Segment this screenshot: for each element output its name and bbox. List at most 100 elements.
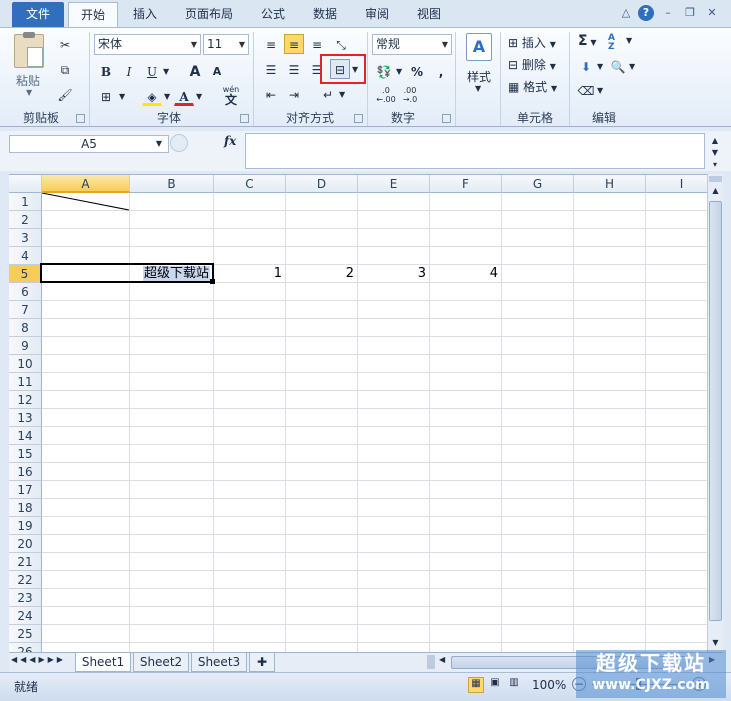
- bold-button[interactable]: B: [96, 61, 116, 81]
- row-header-2[interactable]: 2: [9, 211, 42, 229]
- currency-icon[interactable]: 💱: [374, 61, 394, 81]
- borders-icon[interactable]: ⊞: [96, 86, 116, 106]
- select-all-corner[interactable]: [9, 175, 42, 193]
- row-header-13[interactable]: 13: [9, 409, 42, 427]
- row-header-4[interactable]: 4: [9, 247, 42, 265]
- tab-view[interactable]: 视图: [408, 2, 450, 28]
- paste-dropdown-icon[interactable]: ▼: [26, 88, 32, 97]
- minimize-ribbon-icon[interactable]: △: [618, 5, 634, 21]
- align-left-icon[interactable]: ☰: [261, 59, 281, 79]
- column-header-c[interactable]: C: [214, 175, 286, 193]
- cell-d5[interactable]: 2: [285, 265, 357, 283]
- zoom-level[interactable]: 100%: [532, 678, 566, 692]
- column-header-b[interactable]: B: [130, 175, 214, 193]
- row-header-10[interactable]: 10: [9, 355, 42, 373]
- find-select-dropdown-icon[interactable]: ▼: [629, 62, 635, 71]
- column-header-f[interactable]: F: [430, 175, 502, 193]
- formula-bar-resize-handle[interactable]: [170, 134, 188, 152]
- cell-e5[interactable]: 3: [357, 265, 429, 283]
- row-header-18[interactable]: 18: [9, 499, 42, 517]
- row-header-7[interactable]: 7: [9, 301, 42, 319]
- window-restore-icon[interactable]: ❐: [682, 5, 698, 21]
- underline-dropdown-icon[interactable]: ▼: [163, 67, 169, 76]
- column-header-d[interactable]: D: [286, 175, 358, 193]
- row-header-14[interactable]: 14: [9, 427, 42, 445]
- increase-indent-icon[interactable]: ⇥: [284, 84, 304, 104]
- sheet-tab-sheet3[interactable]: Sheet3: [191, 653, 247, 672]
- insert-function-button[interactable]: fx: [224, 134, 236, 148]
- tab-home[interactable]: 开始: [68, 2, 118, 28]
- copy-icon[interactable]: ⧉: [55, 59, 75, 79]
- insert-cells-button[interactable]: ⊞ 插入 ▼: [508, 34, 556, 51]
- row-header-8[interactable]: 8: [9, 319, 42, 337]
- tab-page-layout[interactable]: 页面布局: [176, 2, 242, 28]
- paste-label[interactable]: 粘贴: [16, 72, 40, 89]
- fill-icon[interactable]: ⬇: [576, 56, 596, 76]
- sheet-tab-sheet2[interactable]: Sheet2: [133, 653, 189, 672]
- row-header-12[interactable]: 12: [9, 391, 42, 409]
- formula-input[interactable]: [245, 133, 705, 169]
- row-header-24[interactable]: 24: [9, 607, 42, 625]
- hscroll-left-icon[interactable]: ◀: [439, 655, 445, 664]
- underline-button[interactable]: U: [142, 61, 162, 81]
- shrink-font-button[interactable]: A: [207, 61, 227, 81]
- row-header-15[interactable]: 15: [9, 445, 42, 463]
- cell-b5[interactable]: 超级下载站: [129, 265, 213, 283]
- comma-button[interactable]: ,: [431, 61, 451, 81]
- decrease-decimal-button[interactable]: .00 →.0: [398, 86, 422, 104]
- tab-file[interactable]: 文件: [12, 2, 64, 28]
- name-box-dropdown-icon[interactable]: ▼: [156, 136, 162, 152]
- align-bottom-icon[interactable]: ≡: [307, 34, 327, 54]
- cell-f5[interactable]: 4: [429, 265, 501, 283]
- autosum-button[interactable]: Σ ▼: [578, 33, 597, 49]
- row-header-20[interactable]: 20: [9, 535, 42, 553]
- decrease-indent-icon[interactable]: ⇤: [261, 84, 281, 104]
- normal-view-icon[interactable]: ▦: [468, 677, 484, 693]
- row-header-11[interactable]: 11: [9, 373, 42, 391]
- sort-filter-dropdown-icon[interactable]: ▼: [626, 36, 632, 45]
- fill-color-dropdown-icon[interactable]: ▼: [164, 92, 170, 101]
- scroll-down-icon[interactable]: ▼: [709, 636, 722, 650]
- delete-cells-button[interactable]: ⊟ 删除 ▼: [508, 56, 556, 73]
- formula-bar-expand-icon[interactable]: ▲ ▼ ▾: [708, 135, 722, 171]
- row-header-22[interactable]: 22: [9, 571, 42, 589]
- borders-dropdown-icon[interactable]: ▼: [119, 92, 125, 101]
- align-center-icon[interactable]: ☰: [284, 59, 304, 79]
- paste-icon[interactable]: [14, 32, 44, 68]
- column-header-h[interactable]: H: [574, 175, 646, 193]
- insert-sheet-icon[interactable]: ✚: [249, 653, 275, 672]
- clear-icon[interactable]: ⌫: [576, 80, 596, 100]
- styles-icon[interactable]: A: [466, 33, 492, 61]
- align-top-icon[interactable]: ≡: [261, 34, 281, 54]
- cell-c5[interactable]: 1: [213, 265, 285, 283]
- column-header-g[interactable]: G: [502, 175, 574, 193]
- scroll-up-icon[interactable]: ▲: [709, 184, 722, 198]
- column-header-i[interactable]: I: [646, 175, 707, 193]
- row-header-25[interactable]: 25: [9, 625, 42, 643]
- tab-review[interactable]: 审阅: [356, 2, 398, 28]
- row-header-9[interactable]: 9: [9, 337, 42, 355]
- font-launcher-icon[interactable]: [240, 114, 249, 123]
- format-painter-icon[interactable]: 🖌: [55, 84, 75, 104]
- column-header-a[interactable]: A: [42, 175, 130, 193]
- clipboard-launcher-icon[interactable]: [76, 114, 85, 123]
- italic-button[interactable]: I: [119, 61, 139, 81]
- styles-dropdown-icon[interactable]: ▼: [475, 84, 481, 93]
- tab-split-handle[interactable]: [427, 655, 435, 669]
- fill-color-icon[interactable]: ◈: [142, 86, 162, 106]
- font-color-icon[interactable]: A: [174, 86, 194, 106]
- tab-insert[interactable]: 插入: [124, 2, 166, 28]
- font-size-select[interactable]: 11 ▼: [203, 34, 249, 55]
- grow-font-button[interactable]: A: [185, 61, 205, 81]
- align-middle-icon[interactable]: ≡: [284, 34, 304, 54]
- row-header-19[interactable]: 19: [9, 517, 42, 535]
- wrap-text-icon[interactable]: ↵: [318, 84, 338, 104]
- styles-button[interactable]: 样式: [462, 68, 496, 85]
- cut-icon[interactable]: ✂: [55, 34, 75, 54]
- orientation-icon[interactable]: ⤡: [331, 34, 351, 54]
- phonetic-guide-icon[interactable]: wén 文: [218, 84, 244, 106]
- help-icon[interactable]: ?: [638, 5, 654, 21]
- page-break-view-icon[interactable]: ▥: [506, 677, 522, 693]
- sheet-tab-sheet1[interactable]: Sheet1: [75, 653, 131, 672]
- window-close-icon[interactable]: ✕: [704, 5, 720, 21]
